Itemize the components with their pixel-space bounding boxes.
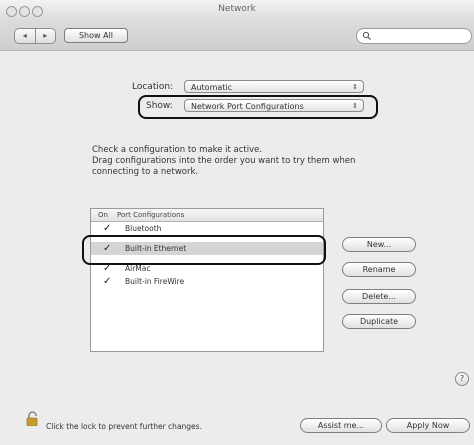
location-value: Automatic — [191, 83, 233, 92]
location-label: Location: — [132, 82, 174, 92]
callout-outline-ethernet — [82, 235, 326, 265]
help-button[interactable]: ? — [455, 372, 469, 386]
show-all-button[interactable]: Show All — [64, 28, 128, 43]
window-title: Network — [218, 4, 256, 14]
instructions-line-1: Check a configuration to make it active. — [92, 145, 263, 155]
instructions-line-2: Drag configurations into the order you w… — [92, 156, 356, 166]
lock-hint-text: Click the lock to prevent further change… — [46, 422, 202, 431]
assist-me-button[interactable]: Assist me... — [300, 418, 382, 433]
back-forward-group: ◂ ▸ — [14, 28, 56, 44]
delete-button[interactable]: Delete... — [342, 289, 416, 304]
show-value: Network Port Configurations — [191, 102, 304, 111]
port-name: Built-in FireWire — [125, 277, 185, 286]
duplicate-button[interactable]: Duplicate — [342, 314, 416, 329]
list-header: On Port Configurations — [91, 209, 323, 222]
popup-arrows-icon: ⇕ — [352, 83, 358, 91]
port-row-bluetooth[interactable]: ✓ Bluetooth — [91, 222, 323, 235]
network-preferences-window: Network ◂ ▸ Show All Location: Automatic… — [0, 0, 474, 445]
port-configurations-list[interactable]: On Port Configurations ✓ Bluetooth ✓ Bui… — [90, 208, 324, 352]
port-row-built-in-firewire[interactable]: ✓ Built-in FireWire — [91, 275, 323, 288]
location-popup[interactable]: Automatic ⇕ — [184, 80, 364, 93]
show-label: Show: — [146, 101, 173, 111]
back-button[interactable]: ◂ — [15, 29, 35, 43]
lock-icon[interactable] — [26, 411, 39, 426]
title-bar: Network — [0, 0, 474, 20]
search-icon — [362, 31, 371, 40]
new-button[interactable]: New... — [342, 237, 416, 252]
apply-now-button[interactable]: Apply Now — [386, 418, 470, 433]
instructions-text: Check a configuration to make it active.… — [92, 145, 392, 178]
show-popup[interactable]: Network Port Configurations ⇕ — [184, 99, 364, 112]
column-header-port[interactable]: Port Configurations — [117, 209, 184, 221]
column-header-on[interactable]: On — [98, 209, 108, 221]
popup-arrows-icon: ⇕ — [352, 102, 358, 110]
checkbox-checked-icon[interactable]: ✓ — [103, 276, 111, 287]
checkbox-checked-icon[interactable]: ✓ — [103, 223, 111, 234]
port-name: Bluetooth — [125, 224, 162, 233]
search-field[interactable] — [356, 28, 472, 44]
rename-button[interactable]: Rename — [342, 262, 416, 277]
forward-button[interactable]: ▸ — [34, 29, 56, 43]
instructions-line-3: connecting to a network. — [92, 167, 199, 177]
